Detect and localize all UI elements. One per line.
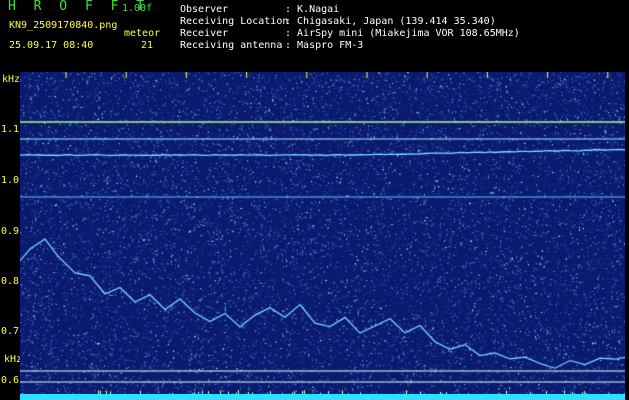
meta-value-antenna: : Maspro FM-3 — [285, 40, 364, 51]
y-tick-label: 0.6 — [1, 375, 20, 386]
meta-key-observer: Observer — [180, 4, 229, 15]
meteor-count: 21 — [141, 40, 154, 51]
y-tick-label: 1.0 — [1, 175, 20, 186]
y-tick-label: 0.7 — [1, 326, 20, 337]
spectrogram-plot — [20, 72, 625, 398]
y-tick-label: 0.8 — [1, 276, 20, 287]
meta-value-receiver: : AirSpy mini (Miakejima VOR 108.65MHz) — [285, 28, 520, 39]
datetime-label: 25.09.17 08:40 — [9, 40, 94, 51]
signal-baseline — [20, 394, 625, 400]
unit-label-top: kHz — [2, 74, 21, 85]
meta-value-location: : Chigasaki, Japan (139.414 35.340) — [285, 16, 496, 27]
y-tick-label: 1.1 — [1, 124, 20, 135]
meteor-label: meteor — [124, 28, 161, 39]
meta-key-antenna: Receiving antenna — [180, 40, 283, 51]
filename-label: KN9_2509170840.png — [9, 20, 118, 31]
meta-key-location: Receiving Location — [180, 16, 289, 27]
meta-value-observer: : K.Nagai — [285, 4, 340, 15]
y-tick-label: 0.9 — [1, 226, 20, 237]
version-label: 1.00f — [122, 3, 153, 14]
meta-key-receiver: Receiver — [180, 28, 229, 39]
